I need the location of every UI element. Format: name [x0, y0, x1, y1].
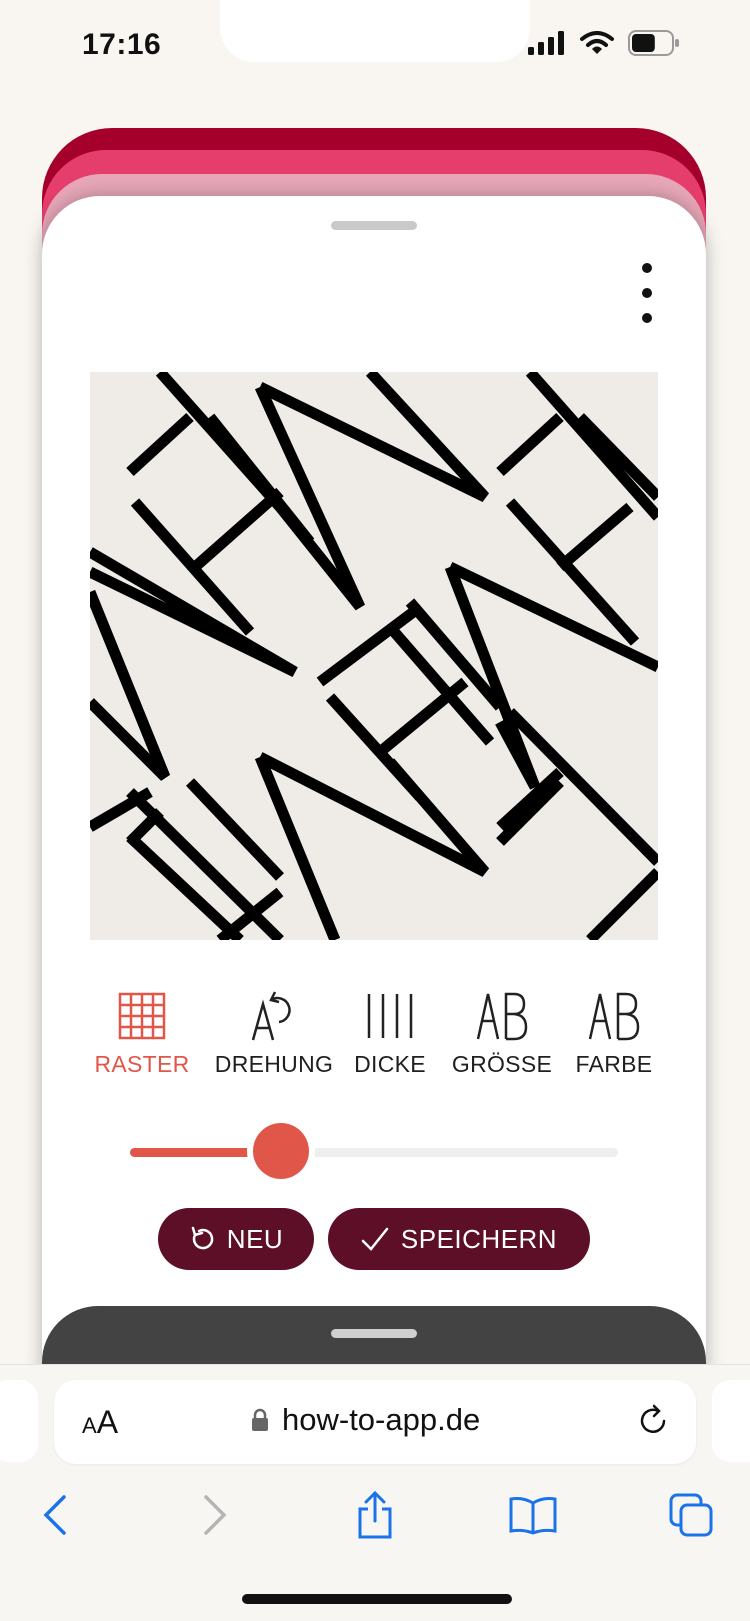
status-icons	[528, 30, 680, 56]
more-vertical-icon[interactable]	[640, 263, 654, 323]
tool-farbe[interactable]: FARBE	[554, 985, 674, 1078]
line-thickness-icon	[367, 994, 413, 1038]
share-button[interactable]	[340, 1480, 410, 1550]
grid-icon	[118, 992, 166, 1040]
pattern-artwork	[90, 372, 658, 940]
next-tab-preview[interactable]	[712, 1380, 750, 1462]
cellular-signal-icon	[528, 31, 564, 55]
wifi-icon	[580, 31, 614, 54]
tool-label: DREHUNG	[214, 1051, 334, 1077]
url-display[interactable]: how-to-app.de	[250, 1402, 480, 1438]
chevron-right-icon	[204, 1495, 227, 1535]
device-notch	[220, 0, 530, 62]
text-size-icon	[476, 992, 528, 1041]
tool-bar: RASTER DREHUNG DICKE GRÖSSE FARBE	[82, 985, 674, 1085]
tool-label: FARBE	[575, 1051, 653, 1077]
text-size-small-a: A	[82, 1413, 97, 1438]
tool-label: DICKE	[354, 1051, 426, 1077]
text-size-large-a: A	[96, 1404, 119, 1440]
reload-button[interactable]	[636, 1404, 670, 1443]
slider-knob[interactable]	[253, 1123, 310, 1179]
previous-tab-preview[interactable]	[0, 1380, 38, 1462]
tabs-button[interactable]	[656, 1480, 726, 1550]
reset-icon	[191, 1226, 214, 1250]
slider-fill	[130, 1148, 264, 1157]
book-icon	[509, 1497, 557, 1535]
forward-button[interactable]	[180, 1480, 250, 1550]
share-icon	[358, 1491, 392, 1539]
text-size-button[interactable]: AA	[82, 1404, 118, 1441]
tool-label: GRÖSSE	[451, 1051, 553, 1077]
rotate-text-icon	[251, 991, 291, 1041]
back-button[interactable]	[20, 1480, 90, 1550]
save-button[interactable]: SPEICHERN	[328, 1208, 590, 1270]
battery-icon	[628, 30, 679, 56]
text-color-icon	[588, 992, 640, 1041]
raster-slider[interactable]	[130, 1123, 618, 1183]
new-button-label: NEU	[226, 1223, 284, 1254]
tool-label: RASTER	[94, 1051, 190, 1077]
browser-nav-bar	[0, 1480, 750, 1550]
checkmark-icon	[361, 1227, 389, 1251]
letter-pattern-graphic	[90, 372, 658, 940]
new-button[interactable]: NEU	[158, 1208, 314, 1270]
reload-icon	[640, 1404, 666, 1433]
bottom-sheet-grabber[interactable]	[331, 1329, 417, 1338]
tool-groesse[interactable]: GRÖSSE	[442, 985, 562, 1078]
save-button-label: SPEICHERN	[400, 1223, 558, 1254]
tool-dicke[interactable]: DICKE	[330, 985, 450, 1078]
sheet-grabber[interactable]	[331, 221, 417, 230]
bookmarks-button[interactable]	[498, 1480, 568, 1550]
url-text: how-to-app.de	[282, 1402, 481, 1437]
status-time: 17:16	[82, 28, 162, 61]
home-indicator[interactable]	[242, 1594, 512, 1604]
lock-icon	[252, 1408, 268, 1431]
tool-raster[interactable]: RASTER	[82, 985, 202, 1078]
tool-drehung[interactable]: DREHUNG	[214, 985, 334, 1078]
tabs-icon	[669, 1493, 713, 1537]
chevron-left-icon	[43, 1495, 66, 1535]
